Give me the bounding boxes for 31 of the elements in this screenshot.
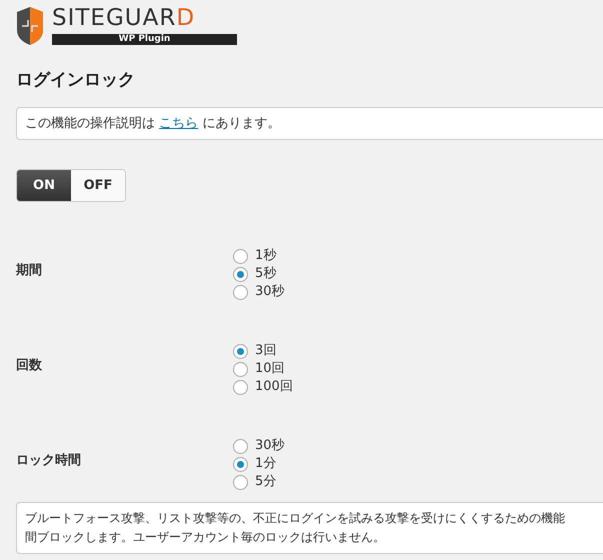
option-label: 1秒 (255, 247, 276, 266)
radio-button[interactable] (233, 344, 248, 358)
radio-button[interactable] (233, 362, 248, 376)
radio-button[interactable] (233, 380, 248, 394)
option-label: 5秒 (255, 265, 276, 284)
option-label: 3回 (255, 342, 276, 360)
radio-button[interactable] (233, 248, 248, 264)
option-label: 30秒 (255, 437, 285, 456)
description-text: ブルートフォース攻撃、リスト攻撃等の、不正にログインを試みる攻撃を受けにくくするための機能 (25, 510, 566, 527)
option-label: 10回 (255, 360, 285, 378)
option-label: 30秒 (255, 283, 285, 302)
page-title: ログインロック (16, 69, 136, 92)
option-label: 5分 (255, 473, 276, 492)
logo-tagline: WP Plugin (52, 34, 237, 45)
setting-label: ロック時間 (16, 452, 82, 470)
description-text: 間ブロックします。ユーザーアカウント毎のロックは行いません。 (25, 529, 386, 546)
toggle-button[interactable]: OFF (71, 170, 125, 201)
option-label: 1分 (255, 455, 276, 474)
radio-button[interactable] (233, 266, 248, 282)
setting-label: 回数 (16, 357, 43, 375)
radio-button[interactable] (233, 284, 248, 300)
setting-label: 期間 (16, 262, 43, 280)
option-label: 100回 (255, 378, 293, 396)
radio-button[interactable] (233, 438, 248, 454)
help-link[interactable]: こちら (159, 116, 198, 130)
info-notice: この機能の操作説明は こちら にあります。 (16, 106, 603, 140)
logo-text: SITEGUARD (52, 7, 196, 30)
toggle-button[interactable]: ON (17, 170, 71, 201)
radio-button[interactable] (233, 456, 248, 472)
radio-button[interactable] (233, 474, 248, 490)
shield-logo-icon (16, 6, 44, 46)
